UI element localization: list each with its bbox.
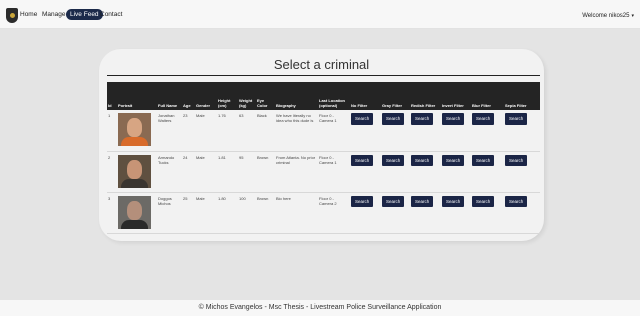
col-full-name: Full Name <box>158 103 178 108</box>
col-last-location: Last Location (optional) <box>319 98 346 108</box>
col-portrait: Portrait <box>118 103 133 108</box>
cell-age: 24 <box>182 151 195 193</box>
nav-live-feed[interactable]: Live Feed <box>66 9 103 20</box>
criminal-panel: Select a criminal Id Portrait Full Name … <box>99 49 544 241</box>
cell-biography: Bio here <box>275 192 318 234</box>
cell-age: 23 <box>182 110 195 152</box>
cell-eye-color: Black <box>256 110 275 152</box>
col-id: Id <box>108 103 112 108</box>
table-row: 1 Jonathan Walters 23 Male 1.76 63 Black… <box>107 110 540 152</box>
cell-full-name: Armando Tucks <box>157 151 182 193</box>
blur-filter-search-button[interactable]: Search <box>472 113 495 125</box>
cell-last-location: Floor 0 - Camera 1 <box>318 151 350 193</box>
cell-gender: Male <box>195 192 217 234</box>
cell-last-location: Floor 0 - Camera 1 <box>318 110 350 152</box>
gray-filter-search-button[interactable]: Search <box>382 195 405 208</box>
cell-portrait <box>117 110 157 152</box>
user-menu[interactable]: Welcome nikos25 ▾ <box>582 13 634 19</box>
portrait-image <box>118 195 151 229</box>
sepia-filter-search-button[interactable]: Search <box>505 113 528 125</box>
cell-full-name: Doggos Michos <box>157 192 182 234</box>
cell-id: 2 <box>107 151 117 193</box>
cell-eye-color: Brown <box>256 192 275 234</box>
invert-filter-search-button[interactable]: Search <box>442 195 465 208</box>
criminals-table: Id Portrait Full Name Age Gender Height … <box>107 82 540 234</box>
col-height: Height (cm) <box>218 98 231 108</box>
no-filter-search-button[interactable]: Search <box>351 195 374 208</box>
table-row: 3 Doggos Michos 25 Male 1.80 100 Brown B… <box>107 192 540 234</box>
cell-weight: 63 <box>238 110 256 152</box>
cell-height: 1.76 <box>217 110 238 152</box>
cell-last-location: Floor 0 - Camera 2 <box>318 192 350 234</box>
col-gray-filter: Gray Filter <box>382 103 403 108</box>
cell-portrait <box>117 151 157 193</box>
police-badge-logo-icon[interactable] <box>6 8 18 23</box>
blur-filter-search-button[interactable]: Search <box>472 195 495 208</box>
cell-biography: We have literally no idea who this dude … <box>275 110 318 152</box>
col-no-filter: No Filter <box>351 103 368 108</box>
portrait-image <box>118 113 151 146</box>
cell-height: 1.80 <box>217 192 238 234</box>
invert-filter-search-button[interactable]: Search <box>442 154 465 167</box>
cell-weight: 95 <box>238 151 256 193</box>
col-biography: Biography <box>276 103 296 108</box>
col-gender: Gender <box>196 103 211 108</box>
redish-filter-search-button[interactable]: Search <box>411 113 434 125</box>
panel-title: Select a criminal <box>273 57 370 72</box>
sepia-filter-search-button[interactable]: Search <box>505 195 528 208</box>
sepia-filter-search-button[interactable]: Search <box>505 154 528 167</box>
nav-contact[interactable]: Contact <box>100 11 122 18</box>
cell-age: 25 <box>182 192 195 234</box>
table-header-row: Id Portrait Full Name Age Gender Height … <box>107 82 540 110</box>
cell-gender: Male <box>195 151 217 193</box>
redish-filter-search-button[interactable]: Search <box>411 154 434 167</box>
footer: © Michos Evangelos - Msc Thesis - Livest… <box>0 300 640 316</box>
table-row: 2 Armando Tucks 24 Male 1.81 95 Brown Fr… <box>107 151 540 193</box>
caret-down-icon: ▾ <box>631 13 634 19</box>
col-weight: Weight (kg) <box>239 98 253 108</box>
nav-home[interactable]: Home <box>20 11 37 18</box>
nav-manage[interactable]: Manage <box>42 11 66 18</box>
no-filter-search-button[interactable]: Search <box>351 113 374 125</box>
blur-filter-search-button[interactable]: Search <box>472 154 495 167</box>
navbar: Home Manage Live Feed Contact Welcome ni… <box>0 0 640 29</box>
cell-gender: Male <box>195 110 217 152</box>
col-eye-color: Eye Color <box>257 98 268 108</box>
redish-filter-search-button[interactable]: Search <box>411 195 434 208</box>
portrait-image <box>118 154 151 188</box>
cell-full-name: Jonathan Walters <box>157 110 182 152</box>
title-divider <box>107 75 540 76</box>
cell-id: 1 <box>107 110 117 152</box>
cell-id: 3 <box>107 192 117 234</box>
col-sepia-filter: Sepia Filter <box>505 103 527 108</box>
col-age: Age <box>183 103 191 108</box>
cell-portrait <box>117 192 157 234</box>
no-filter-search-button[interactable]: Search <box>351 154 374 167</box>
cell-eye-color: Brown <box>256 151 275 193</box>
cell-biography: From Atlanta. No prior criminal <box>275 151 318 193</box>
cell-height: 1.81 <box>217 151 238 193</box>
gray-filter-search-button[interactable]: Search <box>382 113 405 125</box>
col-redish-filter: Redish Filter <box>411 103 436 108</box>
col-invert-filter: Invert Filter <box>442 103 464 108</box>
welcome-label: Welcome nikos25 <box>582 13 630 19</box>
gray-filter-search-button[interactable]: Search <box>382 154 405 167</box>
invert-filter-search-button[interactable]: Search <box>442 113 465 125</box>
col-blur-filter: Blur Filter <box>472 103 491 108</box>
cell-weight: 100 <box>238 192 256 234</box>
